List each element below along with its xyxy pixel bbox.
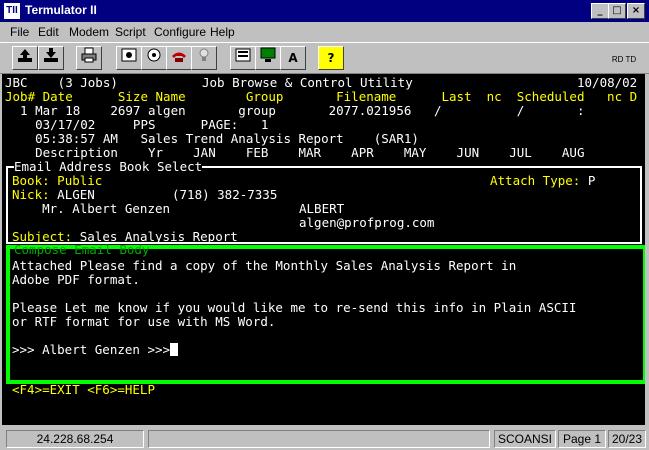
monitor-icon[interactable] bbox=[255, 46, 281, 70]
compose-email-body-title: Compose Email Body bbox=[14, 242, 150, 257]
body-line[interactable]: Please Let me know if you would like me … bbox=[12, 301, 576, 315]
attach-type-label: Attach Type: bbox=[490, 173, 581, 188]
download-icon[interactable] bbox=[38, 46, 64, 70]
job-detail-line: Description Yr JAN FEB MAR APR MAY JUN J… bbox=[5, 145, 585, 160]
maximize-button[interactable]: □ bbox=[608, 3, 626, 19]
rd-td-indicator: RD TD bbox=[605, 46, 643, 68]
nick-field[interactable]: Nick: ALGEN bbox=[12, 188, 95, 202]
job-detail-line: 05:38:57 AM Sales Trend Analysis Report … bbox=[5, 131, 419, 146]
title-bar[interactable]: TII Termulator II _ □ × bbox=[0, 0, 649, 22]
menu-script[interactable]: Script bbox=[115, 25, 146, 39]
print-icon[interactable] bbox=[76, 46, 102, 70]
job-detail-line: 03/17/02 PPS PAGE: 1 bbox=[5, 117, 269, 132]
window-title: Termulator II bbox=[25, 3, 97, 17]
attach-type-value[interactable]: P bbox=[588, 173, 596, 188]
body-line[interactable]: or RTF format for use with MS Word. bbox=[12, 315, 275, 329]
td-led: TD bbox=[625, 55, 637, 64]
email-box-title: Email Address Book Select bbox=[14, 159, 203, 174]
emulation-type: SCOANSI bbox=[494, 430, 556, 448]
app-icon[interactable]: TII bbox=[4, 3, 20, 19]
close-button[interactable]: × bbox=[627, 3, 645, 19]
toolbar: A ? RD TD bbox=[0, 42, 649, 74]
body-line[interactable]: Adobe PDF format. bbox=[12, 273, 140, 287]
contact-first-name: ALBERT bbox=[299, 201, 345, 216]
attach-type-field[interactable]: Attach Type: P bbox=[490, 174, 595, 188]
phonebook-icon[interactable] bbox=[116, 46, 142, 70]
help-icon[interactable]: ? bbox=[318, 46, 344, 70]
menu-configure[interactable]: Configure bbox=[154, 25, 206, 39]
menu-bar: File Edit Modem Script Configure Help bbox=[0, 22, 649, 41]
menu-file[interactable]: File bbox=[10, 25, 29, 39]
text-cursor bbox=[170, 343, 179, 356]
book-value[interactable]: Public bbox=[57, 173, 102, 188]
menu-modem[interactable]: Modem bbox=[69, 25, 109, 39]
status-message bbox=[148, 430, 490, 448]
contact-full-name: Mr. Albert Genzen bbox=[12, 201, 171, 216]
job-row[interactable]: 1 Mar 18 2697 algen group 2077.021956 / … bbox=[5, 104, 584, 118]
header-center: Job Browse & Control Utility bbox=[202, 75, 413, 90]
hangup-phone-icon[interactable] bbox=[166, 46, 192, 70]
upload-icon[interactable] bbox=[12, 46, 38, 70]
page-indicator: Page 1 bbox=[558, 430, 606, 448]
lightbulb-icon[interactable] bbox=[191, 46, 217, 70]
rd-led: RD bbox=[611, 55, 624, 64]
book-label: Book: bbox=[12, 173, 50, 188]
signature-text[interactable]: >>> Albert Genzen >>> bbox=[12, 342, 170, 357]
header-date: 10/08/02 bbox=[577, 75, 638, 90]
ip-address: 24.228.68.254 bbox=[6, 430, 144, 448]
signature-line[interactable]: >>> Albert Genzen >>> bbox=[12, 342, 179, 357]
nick-value[interactable]: ALGEN bbox=[57, 187, 95, 202]
cursor-position: 20/23 bbox=[608, 430, 646, 448]
nick-label: Nick: bbox=[12, 187, 50, 202]
body-line[interactable]: Attached Please find a copy of the Month… bbox=[12, 259, 516, 273]
contact-email: algen@profprog.com bbox=[299, 215, 435, 230]
font-icon[interactable]: A bbox=[280, 46, 306, 70]
function-key-hints: <F4>=EXIT <F6>=HELP bbox=[12, 382, 155, 397]
book-field[interactable]: Book: Public bbox=[12, 174, 102, 188]
terminal-screen[interactable]: JBC (3 Jobs) Job Browse & Control Utilit… bbox=[2, 74, 645, 425]
phone-number: (718) 382-7335 bbox=[172, 187, 278, 202]
menu-edit[interactable]: Edit bbox=[38, 25, 59, 39]
status-bar: 24.228.68.254 SCOANSI Page 1 20/23 bbox=[0, 427, 649, 450]
menu-help[interactable]: Help bbox=[210, 25, 235, 39]
column-headers: Job# Date Size Name Group Filename Last … bbox=[5, 89, 638, 104]
minimize-button[interactable]: _ bbox=[591, 3, 609, 19]
dial-icon[interactable] bbox=[141, 46, 167, 70]
keypad-icon[interactable] bbox=[230, 46, 256, 70]
header-left: JBC (3 Jobs) bbox=[5, 75, 118, 90]
